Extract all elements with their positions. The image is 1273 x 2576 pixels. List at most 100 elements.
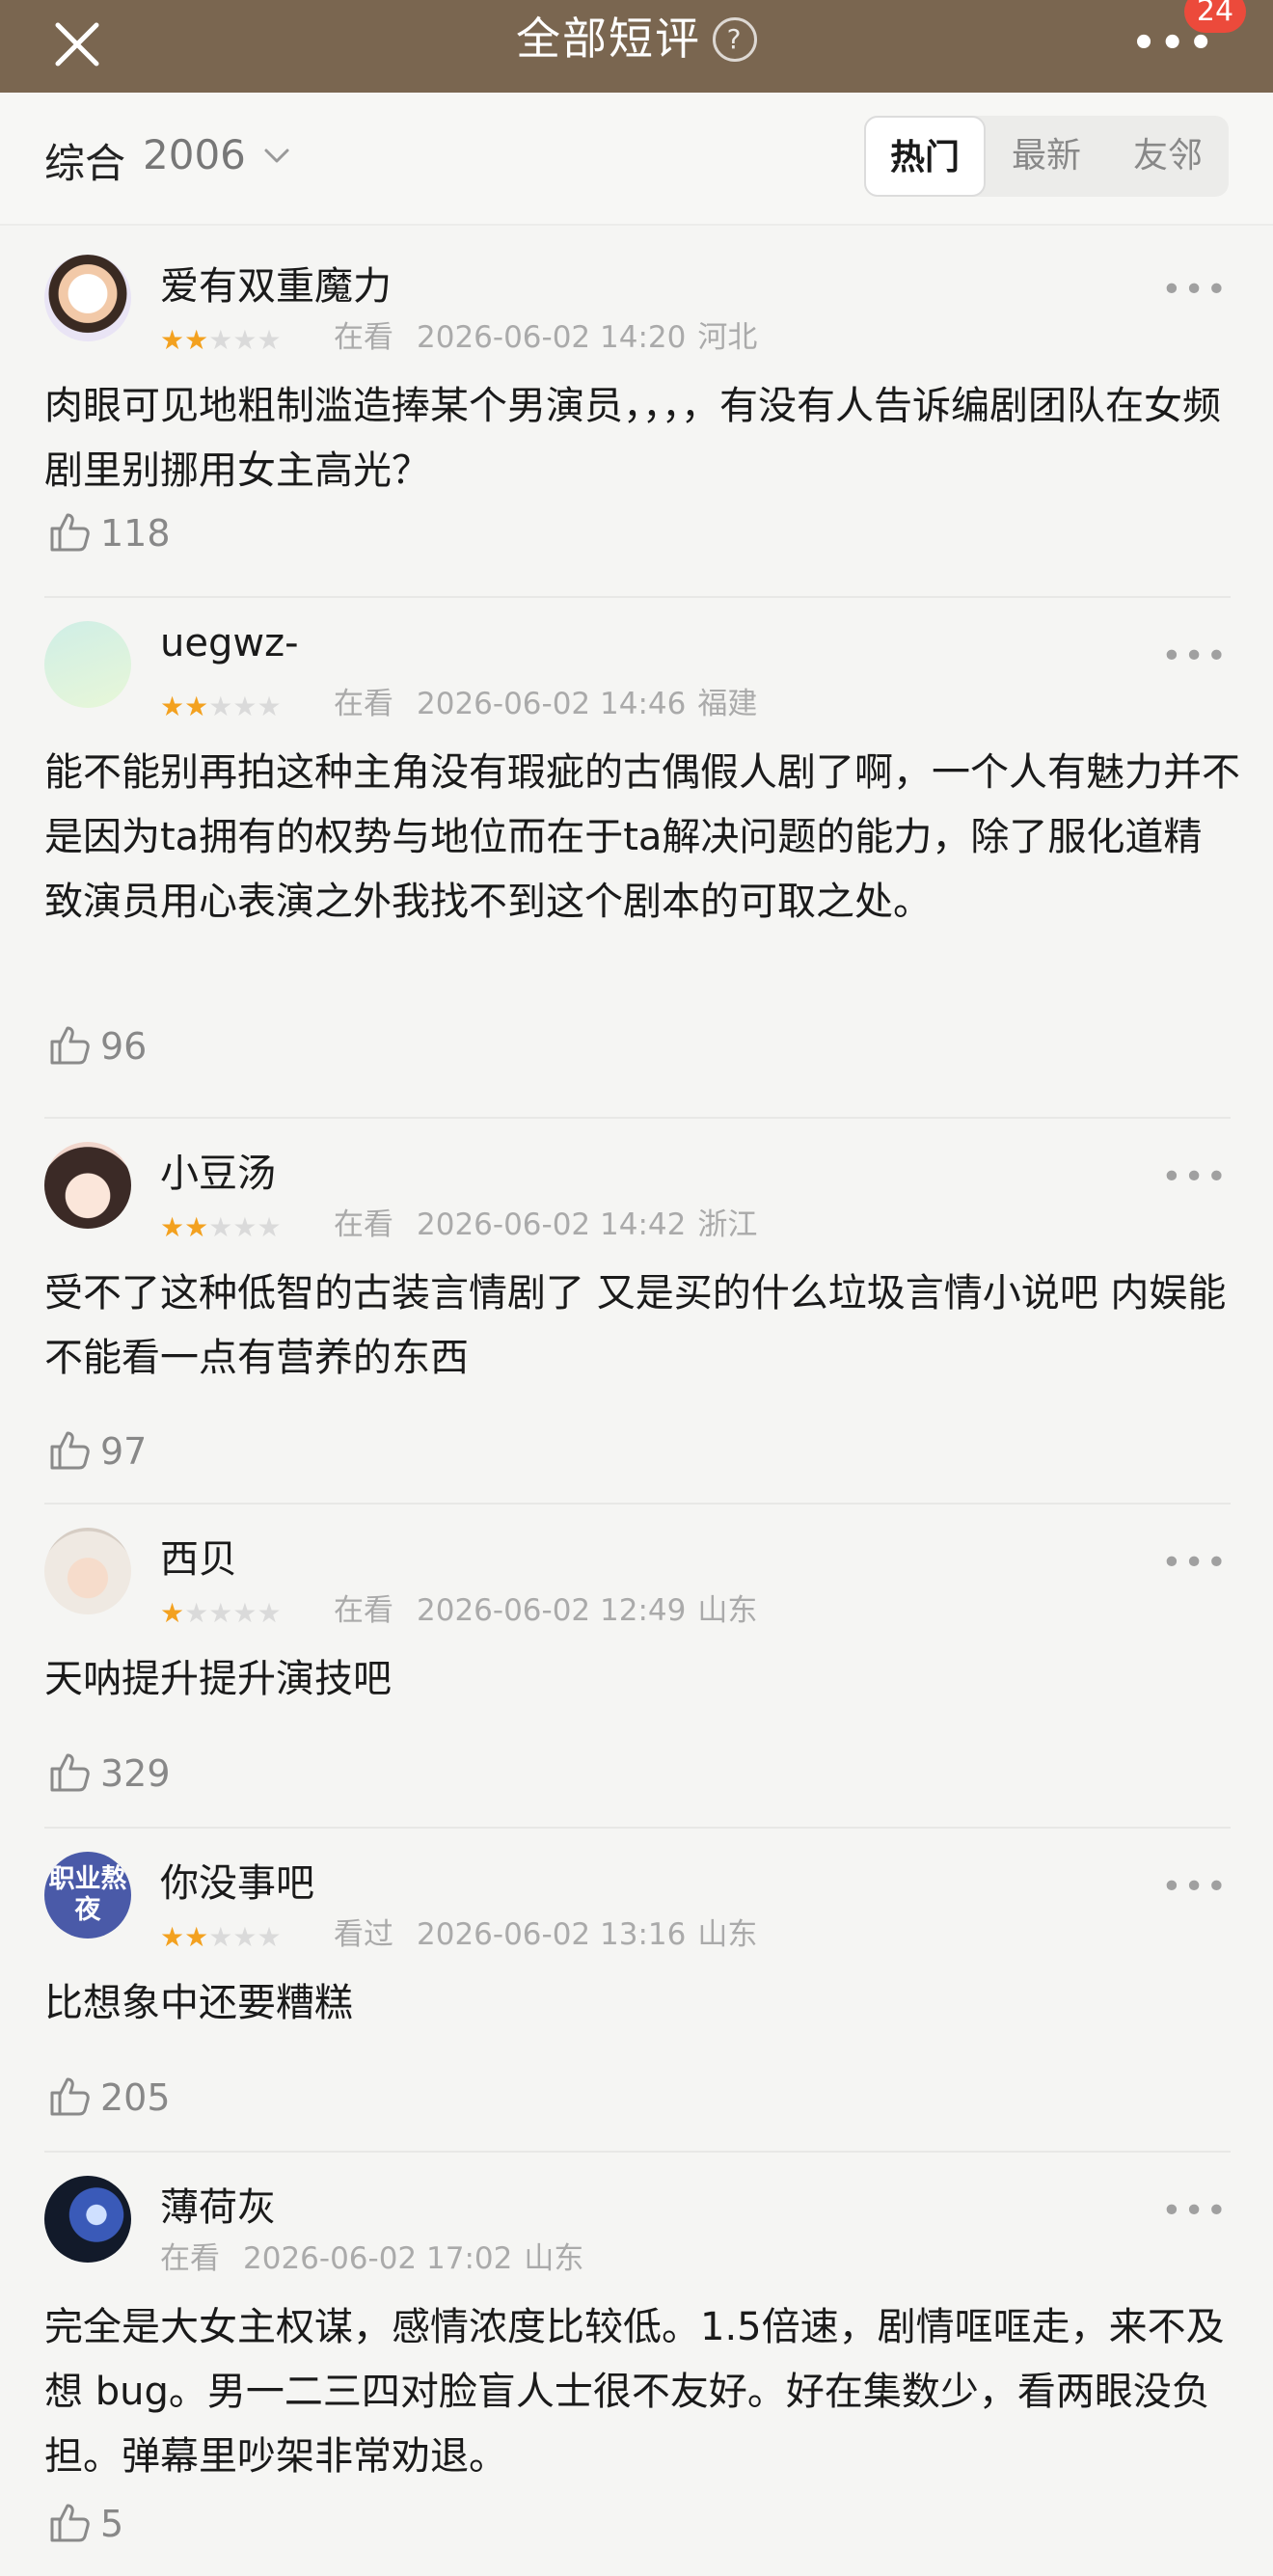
review-datetime: 2026-06-02 13:16 — [417, 1917, 687, 1952]
star-icon: ★ — [257, 1597, 282, 1629]
thumbs-up-icon — [50, 1431, 90, 1470]
sort-tabs: 热门 最新 友邻 — [864, 116, 1229, 197]
rating-stars: ★★★★★ — [160, 689, 318, 723]
star-icon: ★ — [184, 324, 209, 356]
tab-latest[interactable]: 最新 — [986, 116, 1107, 197]
review-count[interactable]: 2006 — [143, 131, 246, 178]
review-meta: ★★★★★ 在看 2026-06-02 14:42 浙江 — [160, 1200, 757, 1244]
star-icon: ★ — [257, 691, 282, 722]
like-button[interactable]: 118 — [46, 509, 171, 556]
avatar[interactable] — [44, 2176, 131, 2263]
watch-status: 在看 — [334, 1207, 393, 1242]
review-datetime: 2026-06-02 12:49 — [417, 1593, 687, 1628]
star-icon: ★ — [184, 691, 209, 722]
thumbs-up-icon — [50, 2504, 90, 2542]
star-icon: ★ — [208, 1921, 233, 1953]
like-button[interactable]: 5 — [46, 2500, 123, 2546]
star-icon: ★ — [184, 1921, 209, 1953]
like-button[interactable]: 329 — [46, 1749, 171, 1796]
watch-status: 在看 — [334, 687, 393, 721]
review-meta: ★★★★★ 在看 2026-06-02 12:49 山东 — [160, 1586, 757, 1630]
review-username[interactable]: 薄荷灰 — [160, 2176, 276, 2232]
like-button[interactable]: 97 — [46, 1427, 147, 1474]
more-options-icon[interactable]: ••• — [1161, 270, 1229, 310]
star-icon: ★ — [232, 1597, 257, 1629]
thumbs-up-icon — [50, 1753, 90, 1792]
review-divider — [44, 1117, 1231, 1119]
star-icon: ★ — [208, 324, 233, 356]
sort-dropdown-label[interactable]: 综合 — [44, 131, 125, 190]
rating-stars: ★★★★★ — [160, 322, 318, 357]
avatar[interactable] — [44, 1142, 131, 1229]
watch-status: 在看 — [160, 2241, 220, 2276]
star-icon: ★ — [257, 1921, 282, 1953]
review-text: 受不了这种低智的古装言情剧了 又是买的什么垃圾言情小说吧 内娱能不能看一点有营养… — [44, 1271, 1227, 1380]
like-button[interactable]: 205 — [46, 2074, 171, 2120]
rating-stars: ★★★★★ — [160, 1209, 318, 1244]
star-icon: ★ — [208, 1211, 233, 1243]
review-location: 浙江 — [697, 1207, 758, 1242]
review-username[interactable]: 小豆汤 — [160, 1142, 276, 1198]
more-options-icon[interactable]: ••• — [1161, 1543, 1229, 1583]
avatar[interactable] — [44, 255, 131, 341]
star-icon: ★ — [257, 1211, 282, 1243]
tab-hot[interactable]: 热门 — [864, 116, 986, 197]
like-count: 97 — [100, 1430, 148, 1473]
chevron-down-icon[interactable] — [260, 139, 293, 172]
review-meta: ★★★★★ 看过 2026-06-02 13:16 山东 — [160, 1910, 757, 1954]
avatar[interactable] — [44, 621, 131, 708]
filter-bar: 综合 2006 热门 最新 友邻 — [0, 93, 1273, 226]
star-icon: ★ — [160, 1211, 185, 1243]
like-button[interactable]: 96 — [46, 1022, 147, 1069]
avatar[interactable]: 职业熬夜 — [44, 1852, 131, 1939]
more-options-icon[interactable]: ••• — [1161, 1867, 1229, 1907]
star-icon: ★ — [232, 691, 257, 722]
review-datetime: 2026-06-02 14:20 — [417, 320, 687, 355]
rating-stars: ★★★★★ — [160, 1595, 318, 1630]
review-divider — [44, 1827, 1231, 1829]
more-options-icon[interactable]: ••• — [1161, 637, 1229, 676]
star-icon: ★ — [160, 1597, 185, 1629]
top-bar: 全部短评? ••• 24 — [0, 0, 1273, 93]
more-options-icon[interactable]: ••• — [1161, 1157, 1229, 1197]
like-count: 205 — [100, 2076, 171, 2119]
review-meta: ★★★★★ 在看 2026-06-02 14:20 河北 — [160, 312, 757, 357]
star-icon: ★ — [160, 1921, 185, 1953]
review-username[interactable]: 西贝 — [160, 1528, 237, 1584]
rating-stars: ★★★★★ — [160, 1919, 318, 1954]
review-username[interactable]: uegwz- — [160, 621, 299, 665]
star-icon: ★ — [184, 1211, 209, 1243]
avatar[interactable] — [44, 1528, 131, 1614]
tab-friends[interactable]: 友邻 — [1107, 116, 1229, 197]
review-datetime: 2026-06-02 17:02 — [243, 2241, 513, 2276]
review-location: 河北 — [697, 320, 758, 355]
review-username[interactable]: 爱有双重魔力 — [160, 255, 392, 311]
review-datetime: 2026-06-02 14:46 — [417, 687, 687, 721]
thumbs-up-icon — [50, 2077, 90, 2116]
review-datetime: 2026-06-02 14:42 — [417, 1207, 687, 1242]
star-icon: ★ — [160, 324, 185, 356]
avatar-text: 职业熬夜 — [48, 1864, 127, 1925]
review-text: 比想象中还要糟糕 — [44, 1981, 353, 2025]
review-text: 能不能别再拍这种主角没有瑕疵的古偶假人剧了啊，一个人有魅力并不是因为ta拥有的权… — [44, 750, 1240, 924]
star-icon: ★ — [232, 1921, 257, 1953]
review-username[interactable]: 你没事吧 — [160, 1852, 314, 1908]
help-icon[interactable]: ? — [713, 17, 757, 62]
review-meta: ★★★★★ 在看 2026-06-02 14:46 福建 — [160, 679, 757, 723]
like-count: 96 — [100, 1025, 148, 1068]
review-divider — [44, 2151, 1231, 2153]
review-text: 天呐提升提升演技吧 — [44, 1657, 392, 1701]
like-count: 118 — [100, 512, 171, 555]
page-title: 全部短评? — [0, 10, 1273, 68]
watch-status: 看过 — [334, 1917, 393, 1952]
like-count: 5 — [100, 2503, 124, 2545]
review-location: 福建 — [697, 687, 758, 721]
notification-badge: 24 — [1184, 0, 1246, 33]
review-location: 山东 — [697, 1593, 758, 1628]
watch-status: 在看 — [334, 320, 393, 355]
star-icon: ★ — [208, 691, 233, 722]
review-meta: 在看 2026-06-02 17:02 山东 — [160, 2234, 583, 2277]
star-icon: ★ — [257, 324, 282, 356]
like-count: 329 — [100, 1752, 171, 1795]
more-options-icon[interactable]: ••• — [1161, 2191, 1229, 2231]
